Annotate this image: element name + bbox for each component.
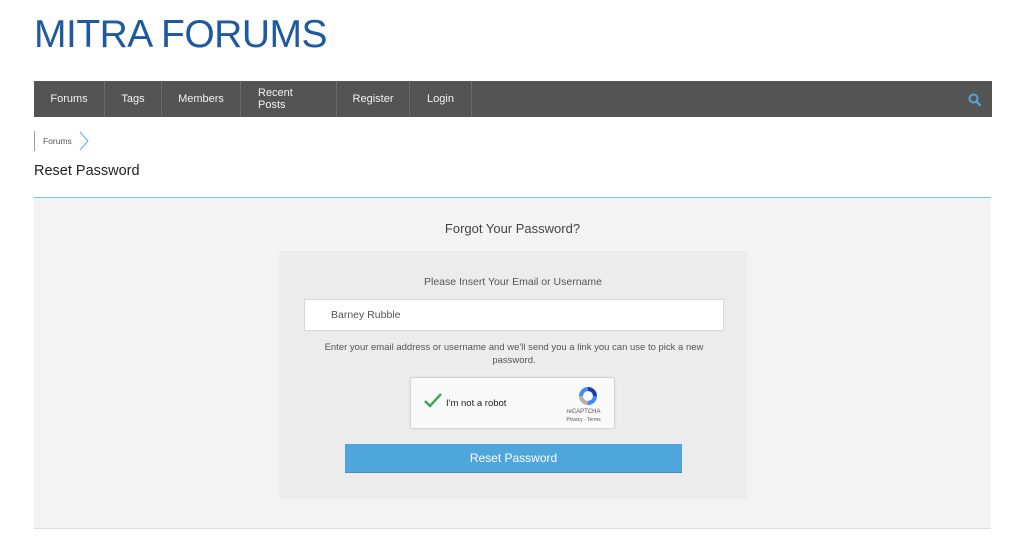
nav-item-tags[interactable]: Tags (105, 81, 162, 117)
email-username-label: Please Insert Your Email or Username (423, 276, 602, 288)
breadcrumb-item-forums[interactable]: Forums (35, 136, 79, 146)
help-text: Enter your email address or username and… (324, 342, 704, 366)
reset-password-button[interactable]: Reset Password (345, 444, 682, 473)
chevron-right-icon (79, 131, 89, 151)
recaptcha-brand: reCAPTCHA (566, 409, 601, 415)
search-button[interactable] (956, 81, 992, 117)
nav-item-register[interactable]: Register (337, 81, 410, 117)
nav-item-forums[interactable]: Forums (34, 81, 105, 117)
nav-item-members[interactable]: Members (162, 81, 241, 117)
nav-item-login[interactable]: Login (410, 81, 472, 117)
recaptcha-checkbox[interactable] (423, 392, 443, 410)
form-heading: Forgot Your Password? (444, 221, 581, 236)
site-title[interactable]: MITRA FORUMS (34, 12, 328, 58)
breadcrumb: Forums (34, 131, 89, 151)
reset-password-form: Please Insert Your Email or Username Ent… (279, 251, 747, 499)
search-icon (968, 93, 981, 106)
checkmark-icon (424, 393, 442, 408)
main-navbar: Forums Tags Members Recent Posts Registe… (34, 81, 992, 117)
recaptcha-logo-icon (579, 387, 597, 405)
reset-password-panel: Forgot Your Password? Please Insert Your… (34, 197, 991, 529)
recaptcha-widget: I'm not a robot reCAPTCHA Privacy - Term… (410, 377, 615, 429)
nav-item-recent-posts[interactable]: Recent Posts (241, 81, 337, 117)
email-username-input[interactable] (304, 299, 724, 331)
recaptcha-label: I'm not a robot (446, 398, 507, 409)
page-title: Reset Password (34, 163, 140, 179)
recaptcha-privacy-terms[interactable]: Privacy - Terms (561, 417, 606, 423)
